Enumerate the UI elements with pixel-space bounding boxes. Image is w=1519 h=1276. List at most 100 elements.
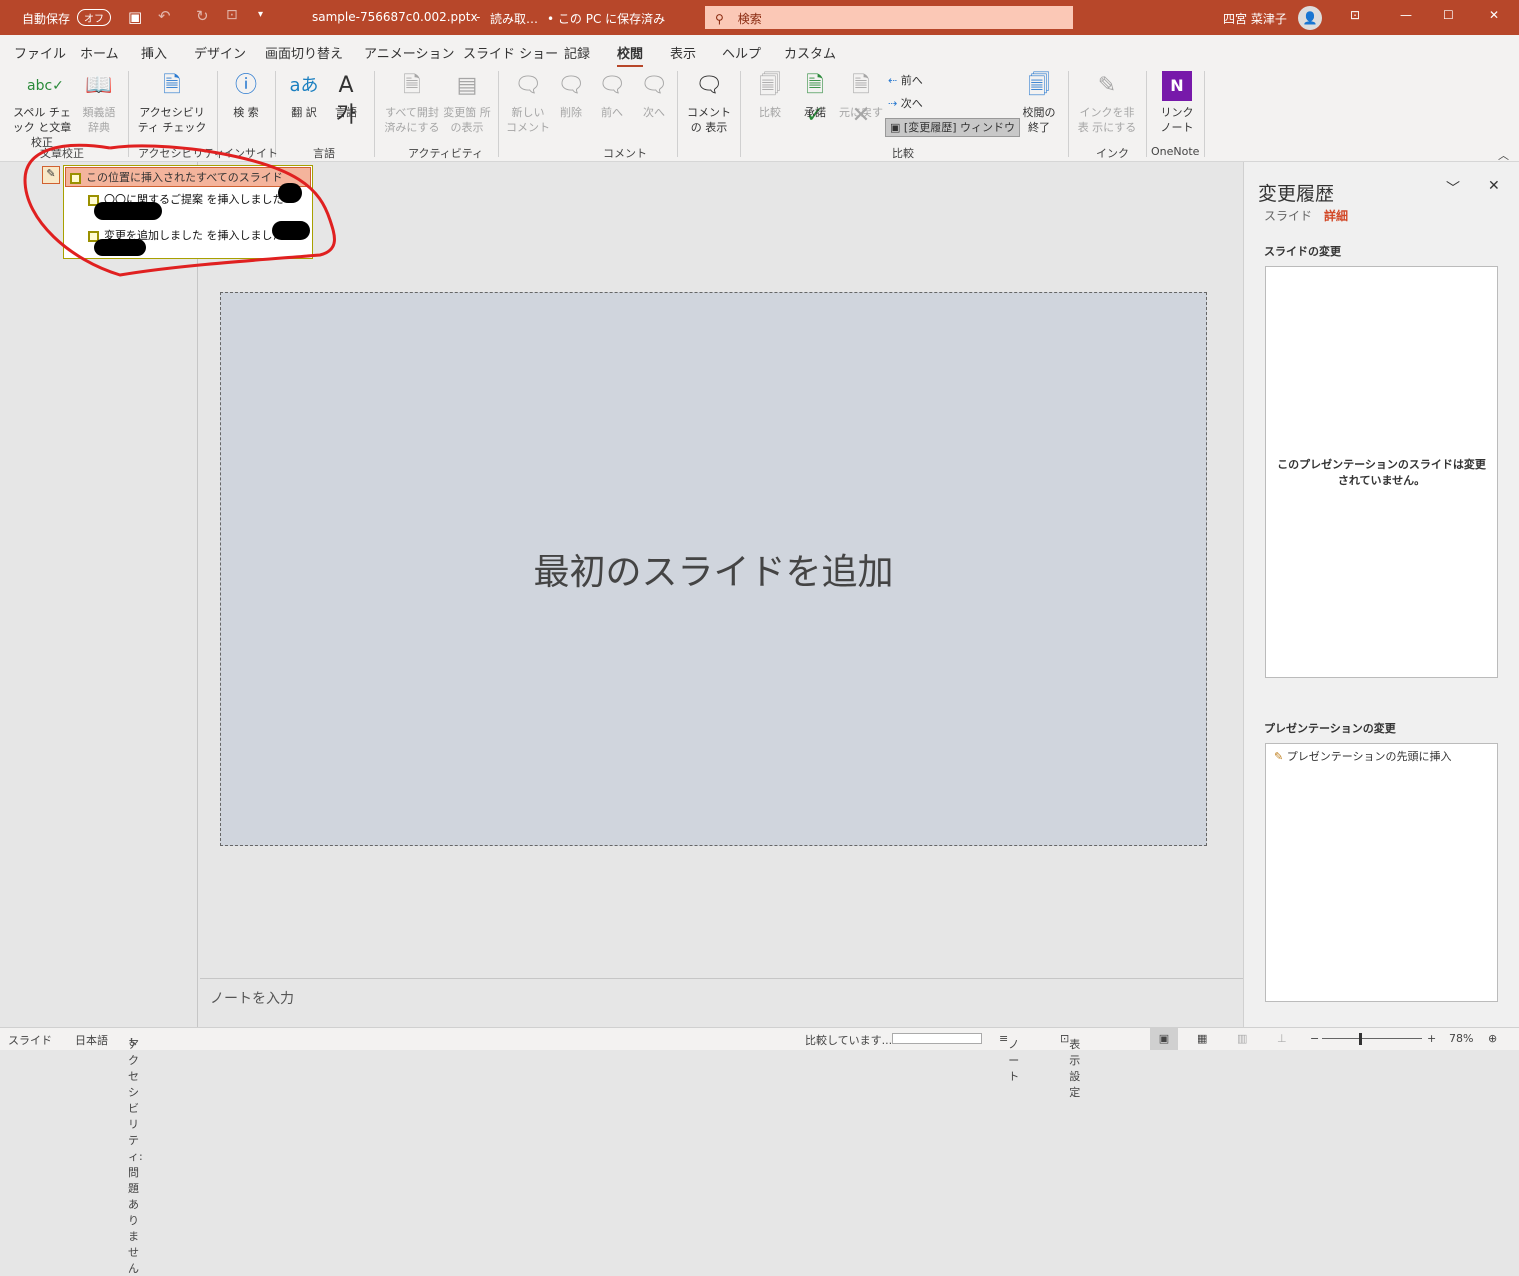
status-language[interactable]: 日本語 xyxy=(75,1032,108,1048)
compare-previous-button[interactable]: ⇠ 前へ xyxy=(888,73,923,88)
previous-change-icon: ⇠ xyxy=(888,74,898,87)
autosave-toggle[interactable]: オフ xyxy=(77,9,111,26)
tab-custom[interactable]: カスタム xyxy=(784,43,836,62)
mark-read-button[interactable]: 🗎 すべて開封 済みにする xyxy=(383,71,441,135)
revisions-pane-button[interactable]: ▣ [変更履歴] ウィンドウ xyxy=(885,118,1020,137)
group-compare: 比較 xyxy=(892,147,914,160)
zoom-out-icon[interactable]: − xyxy=(1310,1032,1319,1045)
title-bar: 自動保存 オフ ▣ ↶ ↻ ⊡ ▾ sample-756687c0.002.pp… xyxy=(0,0,1519,35)
tab-details[interactable]: 詳細 xyxy=(1324,207,1348,224)
next-change-icon: ⇢ xyxy=(888,97,898,110)
tab-file[interactable]: ファイル xyxy=(14,43,66,62)
end-review-icon: 🗐 xyxy=(1028,73,1050,98)
slide-sorter-icon[interactable]: ▦ xyxy=(1197,1032,1207,1045)
tab-record[interactable]: 記録 xyxy=(564,43,590,62)
save-status[interactable]: • この PC に保存済み xyxy=(547,10,665,27)
mode-label: 読み取… xyxy=(490,12,539,26)
collapse-ribbon-icon[interactable]: ︿ xyxy=(1498,147,1509,163)
zoom-in-icon[interactable]: + xyxy=(1427,1032,1436,1045)
tab-design[interactable]: デザイン xyxy=(194,43,246,62)
compare-next-button[interactable]: ⇢ 次へ xyxy=(888,96,923,111)
compare-button[interactable]: 🗐 比較 xyxy=(750,71,790,120)
reject-icon: 🗎✕ xyxy=(851,73,871,128)
zoom-slider-thumb[interactable] xyxy=(1359,1033,1362,1045)
linked-notes-button[interactable]: N リンク ノート xyxy=(1156,71,1198,135)
reading-view-icon[interactable]: ▥ xyxy=(1237,1032,1247,1045)
group-onenote: OneNote xyxy=(1151,145,1200,158)
tab-view[interactable]: 表示 xyxy=(670,43,696,62)
language-button[interactable]: A가 言語 xyxy=(326,71,366,128)
thesaurus-button[interactable]: 📖 類義語 辞典 xyxy=(78,71,120,135)
close-icon[interactable]: ✕ xyxy=(1489,8,1499,22)
zoom-slider[interactable] xyxy=(1322,1038,1422,1039)
save-icon[interactable]: ▣ xyxy=(128,8,142,26)
previous-comment-button[interactable]: 🗨 前へ xyxy=(593,71,631,120)
spellcheck-icon: abc✓ xyxy=(27,78,64,94)
pane-icon: ▣ xyxy=(890,121,901,134)
changes-icon: ▤ xyxy=(456,73,478,98)
tab-review[interactable]: 校閲 xyxy=(617,43,644,68)
slideshow-icon[interactable]: ⊥ xyxy=(1277,1032,1287,1045)
autosave-label: 自動保存 xyxy=(22,12,71,26)
comment-icon: 🗨 xyxy=(695,73,723,98)
fit-to-window-icon[interactable]: ⊕ xyxy=(1488,1032,1497,1045)
tab-slides[interactable]: スライド xyxy=(1264,207,1312,224)
notes-input[interactable]: ノートを入力 xyxy=(200,978,1243,1027)
previous-comment-icon: 🗨 xyxy=(598,73,626,98)
next-comment-icon: 🗨 xyxy=(640,73,668,98)
slide-changes-list: このプレゼンテーションのスライドは変更されていません。 xyxy=(1265,266,1498,678)
present-icon[interactable]: ⊡ xyxy=(226,7,238,23)
search-box[interactable]: ⚲ 検索 xyxy=(705,6,1073,29)
display-settings[interactable]: ⊡ 表示設定 xyxy=(1060,1032,1080,1099)
notes-toggle[interactable]: ≡ ノート xyxy=(999,1032,1019,1083)
undo-icon[interactable]: ↶ xyxy=(158,7,171,25)
smart-lookup-button[interactable]: ⓘ 検 索 xyxy=(226,71,266,120)
delete-comment-button[interactable]: 🗨 削除 xyxy=(552,71,590,120)
next-comment-button[interactable]: 🗨 次へ xyxy=(635,71,673,120)
document-icon: 🗎 xyxy=(403,73,421,98)
presentation-change-item[interactable]: ✎ プレゼンテーションの先頭に挿入 xyxy=(1274,748,1489,764)
pane-close-icon[interactable]: ✕ xyxy=(1488,178,1500,194)
group-comments: コメント xyxy=(603,147,647,160)
end-review-button[interactable]: 🗐 校閲の 終了 xyxy=(1018,71,1060,135)
tab-insert[interactable]: 挿入 xyxy=(141,43,167,62)
zoom-level[interactable]: 78% xyxy=(1449,1032,1473,1045)
avatar[interactable]: 👤 xyxy=(1298,6,1322,30)
tab-transitions[interactable]: 画面切り替え xyxy=(265,43,343,62)
ribbon-tabs: ファイル ホーム 挿入 デザイン 画面切り替え アニメーション スライド ショー… xyxy=(0,35,1519,97)
compare-progress-bar xyxy=(892,1033,982,1044)
tab-animations[interactable]: アニメーション xyxy=(364,43,454,62)
lookup-icon: ⓘ xyxy=(234,73,257,98)
minimize-icon[interactable]: — xyxy=(1400,8,1412,22)
hide-ink-button[interactable]: ✎ インクを非表 示にする xyxy=(1076,71,1138,135)
normal-view-icon[interactable]: ▣ xyxy=(1150,1028,1178,1050)
slide-placeholder[interactable]: 最初のスライドを追加 xyxy=(533,543,893,595)
redo-icon[interactable]: ↻ xyxy=(196,7,209,25)
search-placeholder: 検索 xyxy=(737,12,762,26)
maximize-icon[interactable]: ☐ xyxy=(1443,8,1454,22)
user-name[interactable]: 四宮 菜津子 xyxy=(1223,10,1287,27)
presentation-changes-label: プレゼンテーションの変更 xyxy=(1264,722,1396,735)
tab-help[interactable]: ヘルプ xyxy=(722,43,761,62)
tab-home[interactable]: ホーム xyxy=(80,43,119,62)
slide-changes-label: スライドの変更 xyxy=(1264,245,1341,258)
spell-check-button[interactable]: abc✓ スペル チェック と文章校正 xyxy=(8,71,76,150)
group-activity: アクティビティ xyxy=(408,147,484,160)
pane-options-icon[interactable]: ﹀ xyxy=(1446,178,1460,198)
ribbon-display-icon[interactable]: ⊡ xyxy=(1350,8,1360,22)
status-comparing: 比較しています... xyxy=(805,1034,893,1047)
customize-qat-icon[interactable]: ▾ xyxy=(258,9,263,20)
show-changes-button[interactable]: ▤ 変更箇 所の表示 xyxy=(442,71,492,135)
translate-button[interactable]: aあ翻 訳 xyxy=(284,71,324,120)
tab-slideshow[interactable]: スライド ショー xyxy=(463,43,558,62)
new-comment-icon: 🗨 xyxy=(514,73,542,98)
accessibility-check-button[interactable]: 🗎 アクセシビリティ チェック xyxy=(134,71,210,135)
reject-button[interactable]: 🗎✕ 元に戻す xyxy=(838,71,884,128)
slide-canvas[interactable]: 最初のスライドを追加 xyxy=(220,292,1207,846)
new-comment-button[interactable]: 🗨 新しい コメント xyxy=(506,71,550,135)
show-comments-button[interactable]: 🗨 コメントの 表示 xyxy=(682,71,736,135)
revisions-pane: 変更履歴 ﹀ ✕ スライド 詳細 スライドの変更 このプレゼンテーションのスライ… xyxy=(1243,162,1519,1027)
translate-icon: aあ xyxy=(289,75,319,96)
thumbnail-pane[interactable] xyxy=(0,162,198,1027)
accept-button[interactable]: 🗎✓ 承諾 xyxy=(795,71,835,128)
